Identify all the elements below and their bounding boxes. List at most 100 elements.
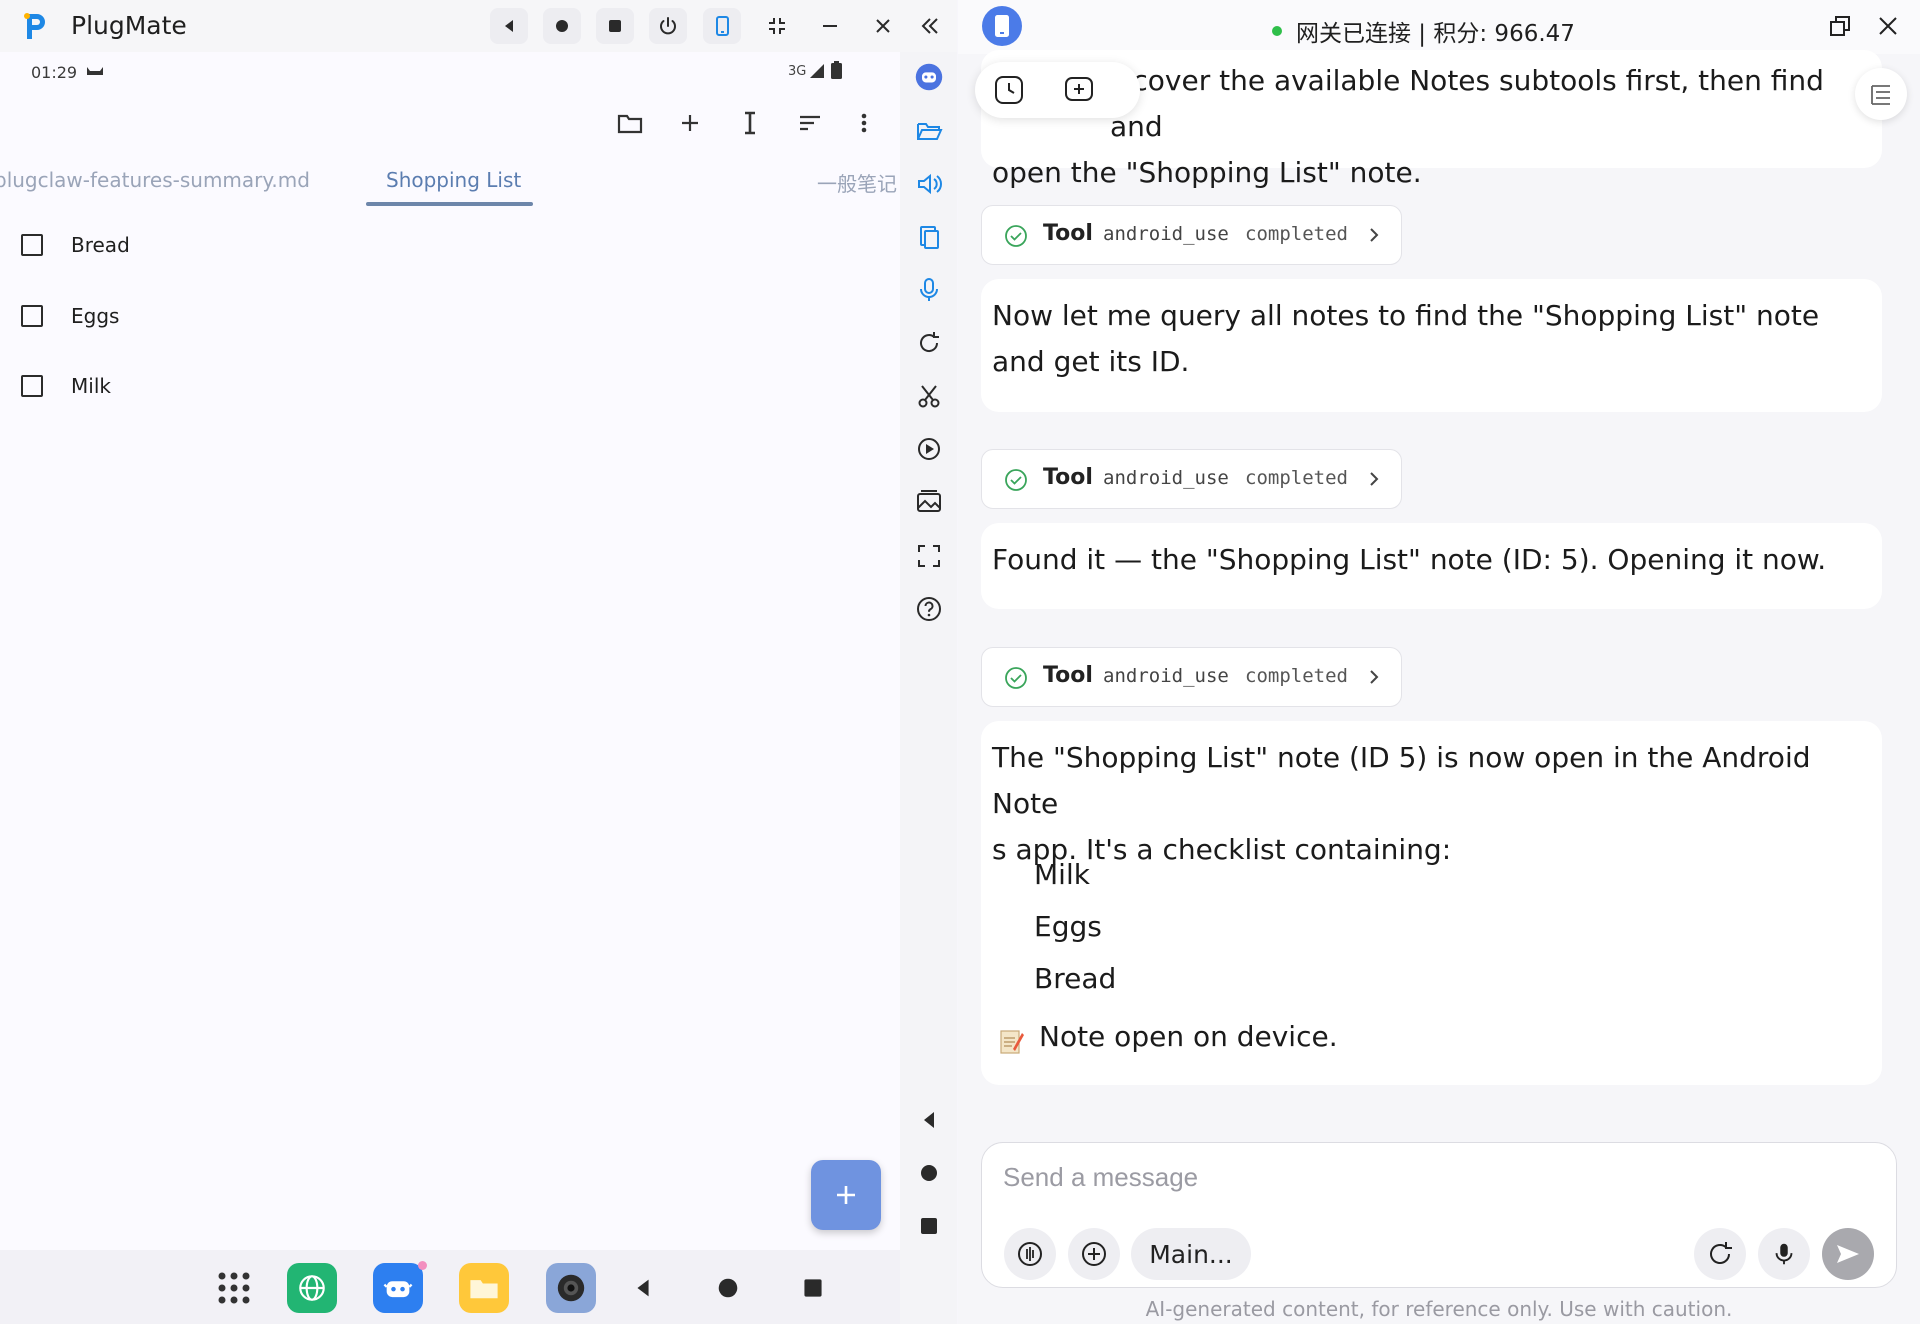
popout-button[interactable] xyxy=(1826,12,1854,40)
tab-features-summary[interactable]: plugclaw-features-summary.md xyxy=(0,168,310,192)
triangle-left-icon xyxy=(637,1279,649,1297)
help-button[interactable] xyxy=(911,591,947,627)
plus-icon xyxy=(837,1186,855,1204)
text-format-button[interactable] xyxy=(730,103,770,143)
triangle-left-icon xyxy=(505,20,513,32)
minus-icon xyxy=(823,25,837,27)
add-note-button[interactable] xyxy=(670,103,710,143)
check-circle-icon xyxy=(1005,667,1027,689)
tab-general-notes[interactable]: 一般笔记 xyxy=(817,168,897,197)
nav-recents-button[interactable] xyxy=(799,1274,827,1302)
power-button[interactable] xyxy=(649,8,687,44)
volume-button[interactable] xyxy=(911,166,947,202)
checkbox[interactable] xyxy=(21,305,43,327)
refresh-button[interactable] xyxy=(911,325,947,361)
chevron-right-icon xyxy=(1370,472,1379,486)
message-input[interactable] xyxy=(1003,1157,1863,1197)
rotate-device-button[interactable] xyxy=(703,8,741,44)
camera-app-button[interactable] xyxy=(546,1263,596,1313)
files-icon xyxy=(470,1280,498,1299)
message-text-line: The "Shopping List" note (ID 5) is now o… xyxy=(992,741,1811,820)
back-button[interactable] xyxy=(490,8,528,44)
add-chat-icon xyxy=(1065,77,1093,101)
add-item-fab[interactable] xyxy=(811,1160,881,1230)
nav-back-button[interactable] xyxy=(629,1274,657,1302)
tool-call-chip[interactable]: Tool android_use completed xyxy=(981,205,1402,265)
send-icon xyxy=(1837,1245,1859,1263)
camera-icon xyxy=(557,1274,585,1302)
device-button[interactable] xyxy=(982,6,1022,46)
close-chat-button[interactable] xyxy=(1874,12,1902,40)
sort-button[interactable] xyxy=(790,103,830,143)
microphone-button[interactable] xyxy=(911,272,947,308)
list-item: Milk xyxy=(1034,858,1090,891)
play-circle-icon xyxy=(918,438,940,460)
minimize-button[interactable] xyxy=(811,8,849,44)
tool-status: completed xyxy=(1245,467,1348,489)
history-button[interactable] xyxy=(991,72,1027,108)
agent-avatar-button[interactable] xyxy=(911,59,947,95)
square-icon xyxy=(921,1218,937,1234)
file-manager-button[interactable] xyxy=(911,113,947,149)
popout-icon xyxy=(1830,16,1850,36)
tab-shopping-list[interactable]: Shopping List xyxy=(386,168,521,192)
app-title: PlugMate xyxy=(71,11,187,40)
gallery-button[interactable] xyxy=(911,484,947,520)
clipboard-button[interactable] xyxy=(911,219,947,255)
close-icon xyxy=(876,19,890,33)
tool-label: Tool xyxy=(1043,465,1093,490)
nav-home-button[interactable] xyxy=(714,1274,742,1302)
checkbox[interactable] xyxy=(21,234,43,256)
text-cursor-icon xyxy=(745,111,755,135)
close-icon xyxy=(1879,17,1897,35)
tool-call-chip[interactable]: Tool android_use completed xyxy=(981,647,1402,707)
tool-name: android_use xyxy=(1103,665,1229,687)
voice-mode-button[interactable] xyxy=(1004,1228,1056,1280)
assistant-message: Found it — the "Shopping List" note (ID:… xyxy=(981,523,1882,609)
home-button[interactable] xyxy=(543,8,581,44)
collapse-sidebar-button[interactable] xyxy=(911,8,949,44)
checkbox[interactable] xyxy=(21,375,43,397)
browser-app-button[interactable] xyxy=(287,1263,337,1313)
assistant-message: Now let me query all notes to find the "… xyxy=(981,279,1882,412)
gateway-status: 网关已连接 | 积分: 966.47 xyxy=(1272,14,1575,48)
side-home-button[interactable] xyxy=(911,1155,947,1191)
attach-button[interactable] xyxy=(1068,1228,1120,1280)
tool-label: Tool xyxy=(1043,221,1093,246)
notification-cat-icon xyxy=(87,67,103,75)
files-app-button[interactable] xyxy=(459,1263,509,1313)
record-button[interactable] xyxy=(911,431,947,467)
active-tab-indicator xyxy=(366,202,533,206)
connection-dot xyxy=(1272,26,1282,36)
plus-circle-icon xyxy=(1082,1242,1106,1266)
collapse-window-button[interactable] xyxy=(758,8,796,44)
circle-icon xyxy=(556,20,568,32)
ai-disclaimer: AI-generated content, for reference only… xyxy=(1145,1297,1733,1321)
speaker-icon xyxy=(918,173,942,195)
side-recents-button[interactable] xyxy=(911,1208,947,1244)
power-icon xyxy=(660,17,676,35)
new-chat-button[interactable] xyxy=(1061,72,1097,108)
folder-button[interactable] xyxy=(610,103,650,143)
recents-button[interactable] xyxy=(596,8,634,44)
screenshot-cut-button[interactable] xyxy=(911,378,947,414)
regenerate-button[interactable] xyxy=(1694,1228,1746,1280)
app-drawer-button[interactable] xyxy=(209,1263,259,1313)
side-back-button[interactable] xyxy=(911,1102,947,1138)
copy-icon xyxy=(920,226,939,249)
android-status-bar: 01:29 3G xyxy=(0,52,900,92)
fullscreen-button[interactable] xyxy=(911,538,947,574)
tool-call-chip[interactable]: Tool android_use completed xyxy=(981,449,1402,509)
more-options-button[interactable] xyxy=(844,103,884,143)
plus-icon xyxy=(682,115,698,131)
tool-status: completed xyxy=(1245,665,1348,687)
android-dock xyxy=(0,1250,900,1324)
model-selector[interactable]: Main... xyxy=(1131,1228,1251,1280)
close-window-button[interactable] xyxy=(864,8,902,44)
sort-icon xyxy=(800,115,820,131)
robot-app-button[interactable] xyxy=(373,1263,423,1313)
voice-input-button[interactable] xyxy=(1758,1228,1810,1280)
outline-button[interactable] xyxy=(1855,68,1907,120)
help-icon xyxy=(917,597,941,621)
send-button[interactable] xyxy=(1822,1228,1874,1280)
